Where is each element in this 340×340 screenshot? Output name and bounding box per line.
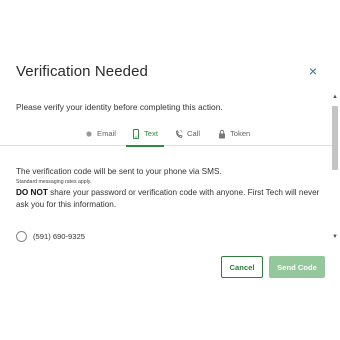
intro-text: Please verify your identity before compl… bbox=[16, 102, 223, 112]
tab-token[interactable]: Token bbox=[218, 129, 250, 146]
phone-number: (591) 690-9325 bbox=[33, 231, 85, 241]
tab-call[interactable]: Call bbox=[175, 129, 200, 146]
lock-icon bbox=[219, 129, 225, 139]
dot-icon bbox=[86, 131, 92, 137]
tab-text[interactable]: Text bbox=[126, 129, 164, 147]
sms-notice: The verification code will be sent to yo… bbox=[16, 167, 222, 176]
close-icon[interactable]: × bbox=[306, 63, 320, 79]
phone-call-icon bbox=[176, 130, 183, 138]
warning-emphasis: DO NOT bbox=[16, 188, 48, 197]
tab-call-label: Call bbox=[187, 129, 201, 138]
phone-option[interactable]: (591) 690-9325 bbox=[16, 229, 85, 242]
tab-text-label: Text bbox=[144, 129, 158, 138]
scroll-down-icon[interactable]: ▼ bbox=[332, 234, 338, 240]
scrollbar-thumb[interactable] bbox=[332, 106, 338, 170]
security-warning: DO NOT share your password or verificati… bbox=[16, 187, 322, 211]
tab-email[interactable]: Email bbox=[85, 129, 116, 146]
modal-title: Verification Needed bbox=[16, 63, 148, 80]
cancel-button[interactable]: Cancel bbox=[221, 256, 263, 278]
mobile-phone-icon bbox=[133, 129, 139, 139]
send-code-button[interactable]: Send Code bbox=[269, 256, 325, 278]
rates-notice: Standard messaging rates apply. bbox=[16, 179, 92, 185]
tab-token-label: Token bbox=[230, 129, 251, 138]
method-tabs: Email Text Call Token bbox=[0, 124, 332, 147]
warning-text: share your password or verification code… bbox=[16, 188, 320, 209]
phone-radio[interactable] bbox=[16, 230, 27, 242]
verification-modal: Verification Needed × Please verify your… bbox=[0, 0, 340, 340]
scroll-up-icon[interactable]: ▲ bbox=[332, 94, 338, 100]
modal-body[interactable]: Please verify your identity before compl… bbox=[0, 92, 340, 242]
scrollbar[interactable]: ▲ ▼ bbox=[332, 94, 338, 240]
tab-email-label: Email bbox=[97, 129, 116, 138]
